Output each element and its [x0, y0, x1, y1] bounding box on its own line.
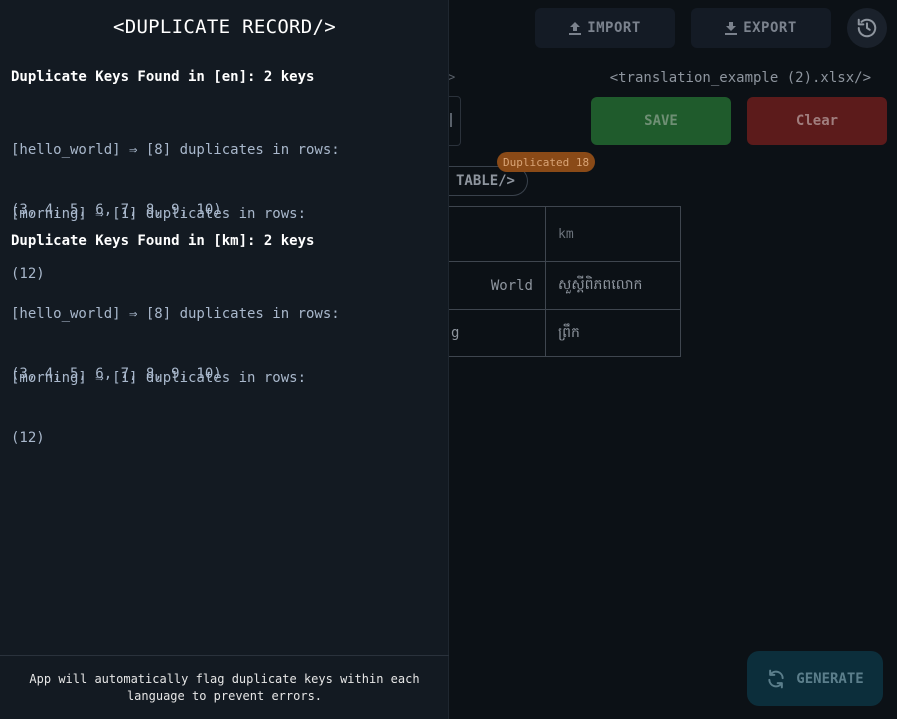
generate-label: GENERATE — [796, 670, 864, 687]
table-cell-km[interactable]: ព្រឹក — [545, 309, 681, 357]
import-label: IMPORT — [587, 20, 641, 36]
table-cell-km[interactable]: សួស្តីពិភពលោក — [545, 261, 681, 310]
entry-key-line: [morning] ⇒ [1] duplicates in rows: — [11, 370, 307, 386]
section-heading-km: Duplicate Keys Found in [km]: 2 keys — [11, 233, 315, 249]
clear-button[interactable]: Clear — [747, 97, 887, 145]
export-label: EXPORT — [743, 20, 797, 36]
download-icon — [725, 21, 738, 35]
history-icon — [857, 18, 877, 38]
path-fragment: > — [448, 70, 456, 84]
footer-note: App will automatically flag duplicate ke… — [29, 671, 420, 703]
generate-button[interactable]: GENERATE — [747, 651, 883, 706]
duplicated-badge[interactable]: Duplicated 18 — [497, 152, 596, 172]
duplicate-entry: [morning] ⇒ [1] duplicates in rows: (12) — [11, 328, 306, 488]
file-name: <translation_example (2).xlsx/> — [609, 70, 871, 86]
entry-key-line: [hello_world] ⇒ [8] duplicates in rows: — [11, 142, 340, 158]
section-heading-en: Duplicate Keys Found in [en]: 2 keys — [11, 69, 315, 85]
entry-rows-line: (12) — [11, 430, 45, 446]
drawer-title: <DUPLICATE RECORD/> — [112, 16, 337, 38]
upload-icon — [569, 21, 582, 35]
save-button[interactable]: SAVE — [591, 97, 731, 145]
table-header-km: km — [545, 206, 681, 262]
import-button[interactable]: IMPORT — [535, 8, 675, 48]
drawer-footer: App will automatically flag duplicate ke… — [0, 655, 449, 719]
refresh-icon — [768, 669, 784, 688]
duplicate-record-drawer: <DUPLICATE RECORD/> Duplicate Keys Found… — [0, 0, 449, 719]
history-button[interactable] — [847, 8, 887, 48]
export-button[interactable]: EXPORT — [691, 8, 831, 48]
entry-key-line: [morning] ⇒ [1] duplicates in rows: — [11, 206, 307, 222]
entry-key-line: [hello_world] ⇒ [8] duplicates in rows: — [11, 306, 340, 322]
